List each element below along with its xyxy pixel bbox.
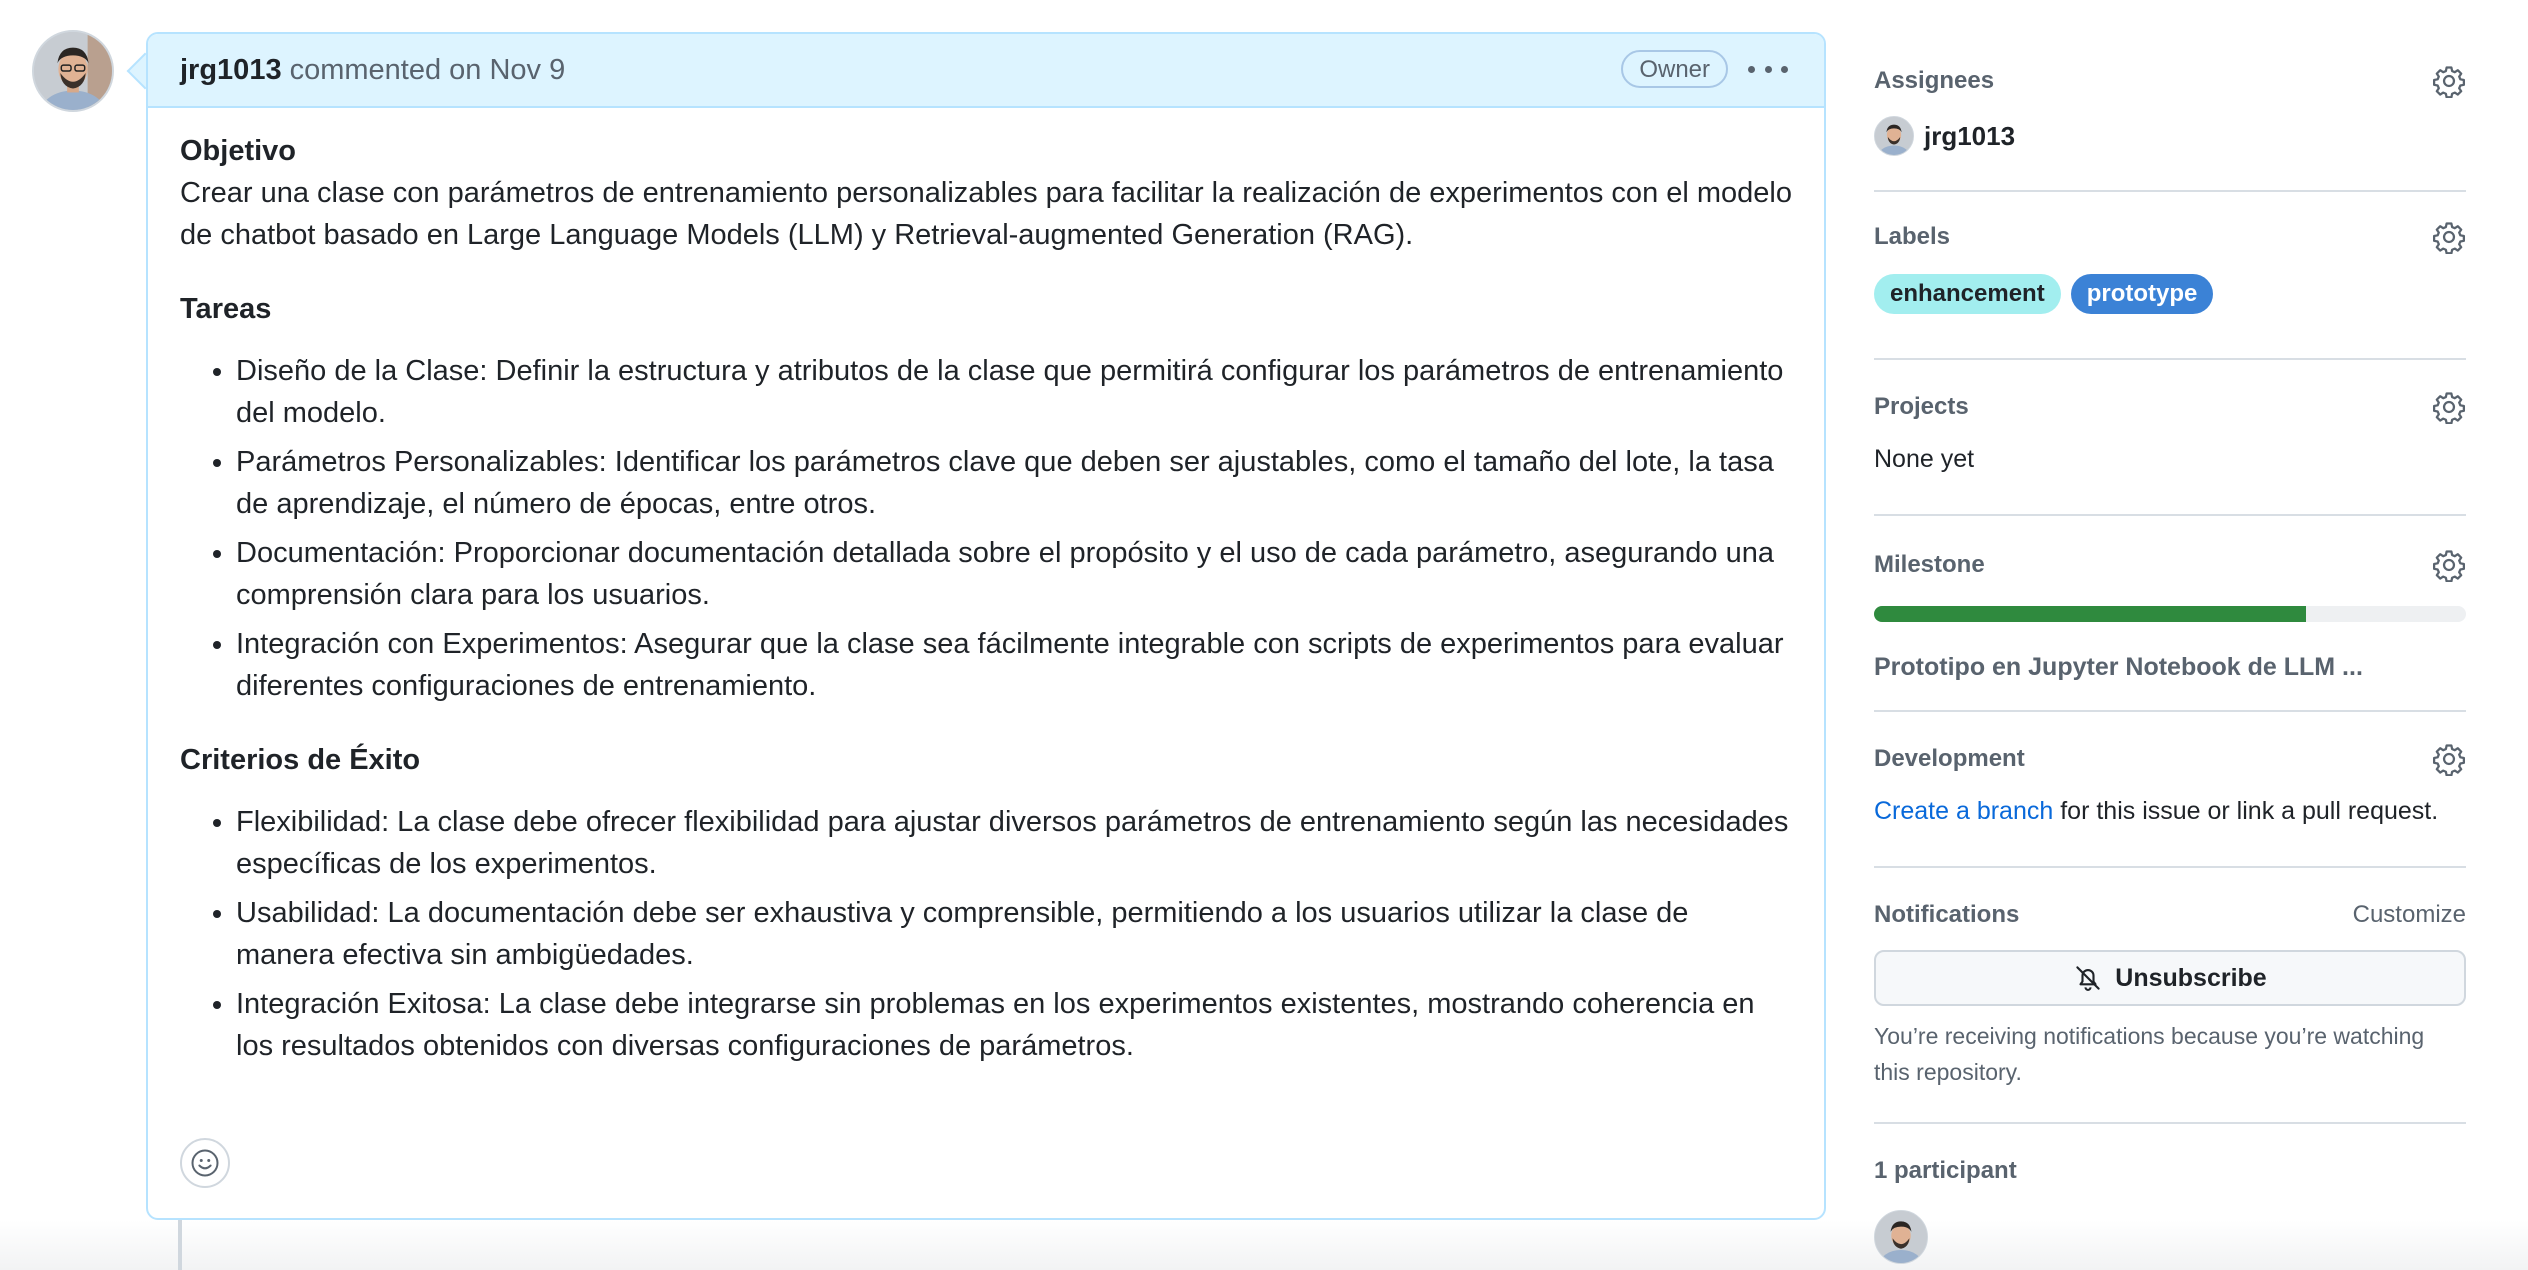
list-item: Documentación: Proporcionar documentació… xyxy=(236,532,1792,616)
development-rest-text: for this issue or link a pull request. xyxy=(2053,797,2439,825)
add-reaction-button[interactable] xyxy=(180,1138,230,1188)
development-gear-icon[interactable] xyxy=(2432,742,2466,776)
list-item: Flexibilidad: La clase debe ofrecer flex… xyxy=(236,801,1792,885)
participants-section: 1 participant xyxy=(1874,1124,2466,1264)
tareas-list: Diseño de la Clase: Definir la estructur… xyxy=(180,350,1792,707)
criterios-heading: Criterios de Éxito xyxy=(180,744,421,776)
list-item: Integración con Experimentos: Asegurar q… xyxy=(236,623,1792,707)
labels-title: Labels xyxy=(1874,223,1951,250)
milestone-title: Milestone xyxy=(1874,551,1985,578)
list-item: Usabilidad: La documentación debe ser ex… xyxy=(236,892,1792,976)
unsubscribe-button[interactable]: Unsubscribe xyxy=(1874,950,2466,1006)
projects-value: None yet xyxy=(1874,445,1975,473)
comment-body: Objetivo Crear una clase con parámetros … xyxy=(148,108,1824,1067)
participants-title: 1 participant xyxy=(1874,1157,2017,1184)
unsubscribe-label: Unsubscribe xyxy=(2115,963,2267,992)
avatar-photo-icon xyxy=(34,32,112,110)
milestone-name-link[interactable]: Prototipo en Jupyter Notebook de LLM ... xyxy=(1874,650,2466,684)
labels-list: enhancement prototype xyxy=(1874,274,2466,314)
development-title: Development xyxy=(1874,745,2025,772)
notifications-section: Notifications Customize Unsubscribe You’… xyxy=(1874,868,2466,1124)
comment-timestamp[interactable]: commented on Nov 9 xyxy=(290,54,566,87)
projects-gear-icon[interactable] xyxy=(2432,390,2466,424)
milestone-section: Milestone Prototipo en Jupyter Notebook … xyxy=(1874,516,2466,712)
author-avatar[interactable] xyxy=(32,30,114,112)
assignee-avatar xyxy=(1874,116,1914,156)
milestone-progress-bar xyxy=(1874,606,2466,622)
objetivo-heading: Objetivo xyxy=(180,135,297,167)
assignees-gear-icon[interactable] xyxy=(2432,64,2466,98)
timeline-line xyxy=(178,1220,182,1270)
milestone-progress-fill xyxy=(1874,606,2307,622)
comment-author-link[interactable]: jrg1013 xyxy=(180,54,282,87)
kebab-horizontal-icon[interactable] xyxy=(1748,54,1788,84)
issue-comment: jrg1013 commented on Nov 9 Owner Objetiv… xyxy=(146,32,1826,1220)
objetivo-text: Crear una clase con parámetros de entren… xyxy=(180,177,1792,251)
assignee-name[interactable]: jrg1013 xyxy=(1924,121,2015,152)
issue-sidebar: Assignees jrg1013 Labels enhancement pro… xyxy=(1874,38,2466,1264)
assignees-section: Assignees jrg1013 xyxy=(1874,38,2466,192)
tareas-heading: Tareas xyxy=(180,293,272,325)
customize-link[interactable]: Customize xyxy=(2353,898,2466,932)
participant-avatar[interactable] xyxy=(1874,1210,1928,1264)
projects-title: Projects xyxy=(1874,393,1969,420)
bell-slash-icon xyxy=(2076,966,2100,991)
list-item: Diseño de la Clase: Definir la estructur… xyxy=(236,350,1792,434)
assignee-item[interactable]: jrg1013 xyxy=(1874,116,2466,156)
comment-header: jrg1013 commented on Nov 9 Owner xyxy=(148,34,1824,108)
criterios-list: Flexibilidad: La clase debe ofrecer flex… xyxy=(180,801,1792,1067)
create-branch-link[interactable]: Create a branch xyxy=(1874,797,2053,825)
labels-gear-icon[interactable] xyxy=(2432,220,2466,254)
labels-section: Labels enhancement prototype xyxy=(1874,192,2466,360)
list-item: Integración Exitosa: La clase debe integ… xyxy=(236,983,1792,1067)
notifications-note: You’re receiving notifications because y… xyxy=(1874,1023,2425,1085)
list-item: Parámetros Personalizables: Identificar … xyxy=(236,441,1792,525)
smiley-icon xyxy=(191,1149,219,1177)
development-text: Create a branch for this issue or link a… xyxy=(1874,794,2466,828)
label-enhancement[interactable]: enhancement xyxy=(1874,274,2061,314)
label-prototype[interactable]: prototype xyxy=(2070,274,2214,314)
projects-section: Projects None yet xyxy=(1874,360,2466,516)
milestone-gear-icon[interactable] xyxy=(2432,548,2466,582)
development-section: Development Create a branch for this iss… xyxy=(1874,712,2466,868)
owner-badge: Owner xyxy=(1621,50,1728,88)
assignees-title: Assignees xyxy=(1874,67,1995,94)
